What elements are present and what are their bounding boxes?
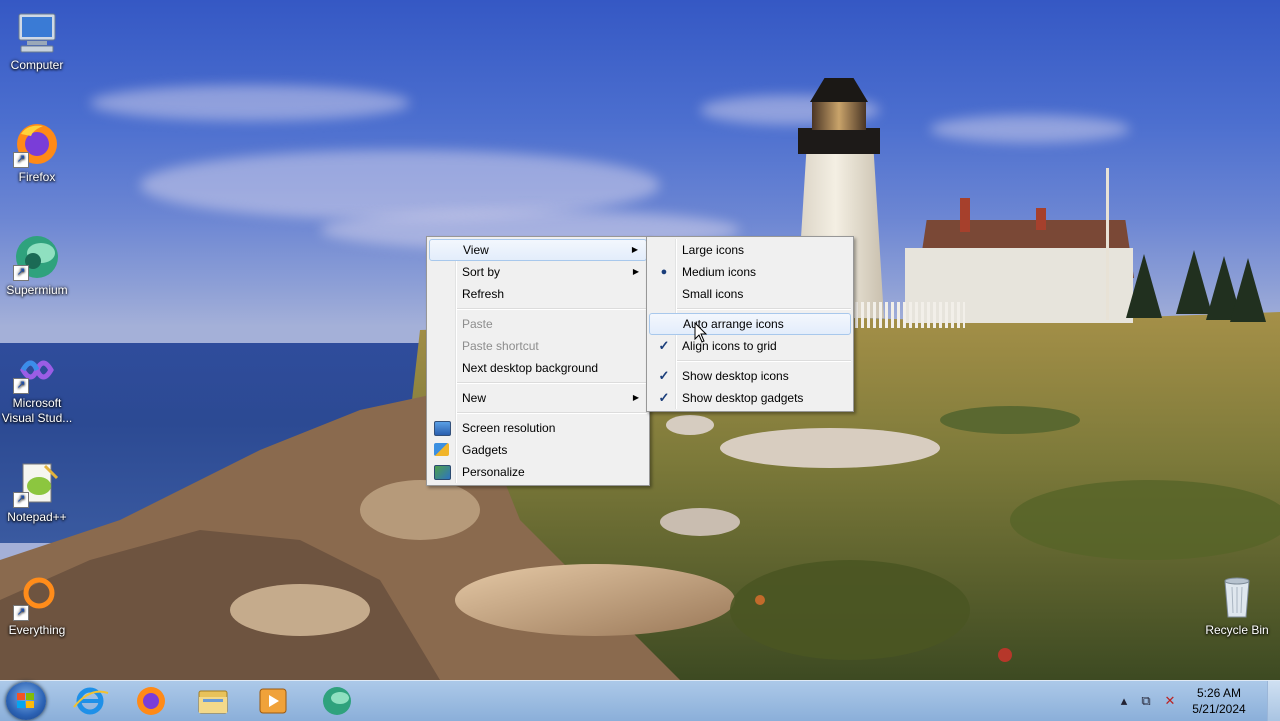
lighthouse-lantern (812, 100, 866, 130)
everything-search-icon: ↗ (13, 573, 61, 621)
flag-pole (1106, 168, 1109, 320)
firefox-icon: ↗ (13, 120, 61, 168)
menu-item-label: Refresh (462, 287, 505, 301)
taskbar-firefox[interactable] (129, 685, 173, 717)
taskbar-media-player[interactable] (251, 685, 295, 717)
menu-item-paste: Paste (429, 313, 647, 335)
desktop-icon-notepad-plus-plus[interactable]: ↗ Notepad++ (0, 460, 76, 525)
menu-item-gadgets[interactable]: Gadgets (429, 439, 647, 461)
visual-studio-icon: ↗ (13, 346, 61, 394)
lighthouse-gallery (798, 128, 880, 154)
submenu-arrow-icon: ▶ (632, 267, 639, 276)
shortcut-arrow-icon: ↗ (13, 152, 29, 168)
menu-separator (677, 360, 851, 362)
menu-item-refresh[interactable]: Refresh (429, 283, 647, 305)
menu-item-label: Show desktop icons (682, 369, 789, 383)
menu-separator (457, 412, 647, 414)
menu-item-personalize[interactable]: Personalize (429, 461, 647, 483)
taskbar: ▴ ⧉ ✕ 5:26 AM 5/21/2024 (0, 680, 1280, 721)
menu-item-label: Small icons (682, 287, 744, 301)
submenu-arrow-icon: ▶ (631, 245, 638, 254)
menu-item-label: New (462, 391, 487, 405)
desktop-icon-visual-studio[interactable]: ↗ Microsoft Visual Stud... (0, 346, 76, 426)
shortcut-arrow-icon: ↗ (13, 265, 29, 281)
checkmark-icon: ✓ (658, 368, 670, 383)
checkmark-icon: ✓ (658, 338, 670, 353)
personalize-icon (434, 465, 451, 480)
clock[interactable]: 5:26 AM 5/21/2024 (1184, 685, 1254, 717)
taskbar-file-explorer[interactable] (191, 685, 235, 717)
submenu-item-show-desktop-gadgets[interactable]: ✓ Show desktop gadgets (649, 387, 851, 409)
menu-item-label: Medium icons (682, 265, 757, 279)
menu-item-label: Show desktop gadgets (682, 391, 804, 405)
menu-item-label: View (463, 243, 489, 257)
shortcut-arrow-icon: ↗ (13, 378, 29, 394)
menu-item-sort-by[interactable]: Sort by ▶ (429, 261, 647, 283)
show-desktop-button[interactable] (1267, 681, 1280, 721)
folder-icon (198, 690, 228, 714)
desktop-icon-recycle-bin[interactable]: Recycle Bin (1198, 573, 1276, 638)
menu-separator (677, 308, 851, 310)
shortcut-arrow-icon: ↗ (13, 492, 29, 508)
desktop-icon-computer[interactable]: Computer (0, 8, 76, 73)
internet-explorer-icon (73, 687, 109, 715)
pine-tree (1230, 258, 1266, 322)
notepad-plus-plus-icon: ↗ (13, 460, 61, 508)
radio-dot-icon: ● (660, 266, 668, 278)
submenu-item-large-icons[interactable]: Large icons (649, 239, 851, 261)
computer-icon (13, 8, 61, 56)
chimney (1036, 208, 1046, 230)
view-submenu: Large icons ● Medium icons Small icons A… (646, 236, 854, 412)
menu-item-label: Screen resolution (462, 421, 556, 435)
chimney (960, 198, 970, 232)
supermium-icon (323, 687, 351, 715)
media-player-icon (259, 688, 287, 714)
menu-item-label: Paste shortcut (462, 339, 539, 353)
desktop-icon-firefox[interactable]: ↗ Firefox (0, 120, 76, 185)
menu-item-view[interactable]: View ▶ (429, 239, 647, 261)
system-tray: ▴ ⧉ ✕ 5:26 AM 5/21/2024 (1120, 681, 1280, 721)
menu-item-paste-shortcut: Paste shortcut (429, 335, 647, 357)
recycle-bin-icon (1213, 573, 1261, 621)
start-button[interactable] (6, 682, 46, 720)
menu-item-screen-resolution[interactable]: Screen resolution (429, 417, 647, 439)
pine-tree (1126, 254, 1162, 318)
submenu-item-auto-arrange-icons[interactable]: Auto arrange icons (649, 313, 851, 335)
windows-logo-icon (17, 693, 35, 709)
network-icon[interactable]: ⧉ (1138, 693, 1154, 709)
menu-item-label: Gadgets (462, 443, 508, 457)
desktop-icon-everything[interactable]: ↗ Everything (0, 573, 76, 638)
desktop-context-menu: View ▶ Sort by ▶ Refresh Paste Paste sho… (426, 236, 650, 486)
volume-muted-icon[interactable]: ✕ (1162, 693, 1178, 709)
menu-item-label: Sort by (462, 265, 501, 279)
submenu-item-align-icons-to-grid[interactable]: ✓ Align icons to grid (649, 335, 851, 357)
taskbar-supermium[interactable] (315, 685, 359, 717)
fence (855, 302, 965, 328)
submenu-item-show-desktop-icons[interactable]: ✓ Show desktop icons (649, 365, 851, 387)
mouse-cursor-icon (694, 322, 708, 343)
desktop-icon-supermium[interactable]: ↗ Supermium (0, 233, 76, 298)
menu-separator (457, 382, 647, 384)
clock-time: 5:26 AM (1196, 686, 1242, 700)
menu-item-label: Paste (462, 317, 493, 331)
menu-item-label: Next desktop background (462, 361, 599, 375)
screen-resolution-icon (434, 421, 451, 436)
firefox-icon (137, 687, 165, 715)
clock-date: 5/21/2024 (1192, 702, 1246, 716)
shortcut-arrow-icon: ↗ (13, 605, 29, 621)
menu-separator (457, 308, 647, 310)
menu-item-label: Personalize (462, 465, 525, 479)
gadgets-icon (434, 443, 449, 456)
submenu-item-small-icons[interactable]: Small icons (649, 283, 851, 305)
menu-item-new[interactable]: New ▶ (429, 387, 647, 409)
submenu-item-medium-icons[interactable]: ● Medium icons (649, 261, 851, 283)
supermium-icon: ↗ (13, 233, 61, 281)
checkmark-icon: ✓ (658, 390, 670, 405)
menu-item-next-desktop-background[interactable]: Next desktop background (429, 357, 647, 379)
menu-item-label: Large icons (682, 243, 745, 257)
taskbar-internet-explorer[interactable] (68, 685, 112, 717)
show-hidden-icons-arrow-icon[interactable]: ▴ (1116, 693, 1132, 709)
submenu-arrow-icon: ▶ (632, 393, 639, 402)
